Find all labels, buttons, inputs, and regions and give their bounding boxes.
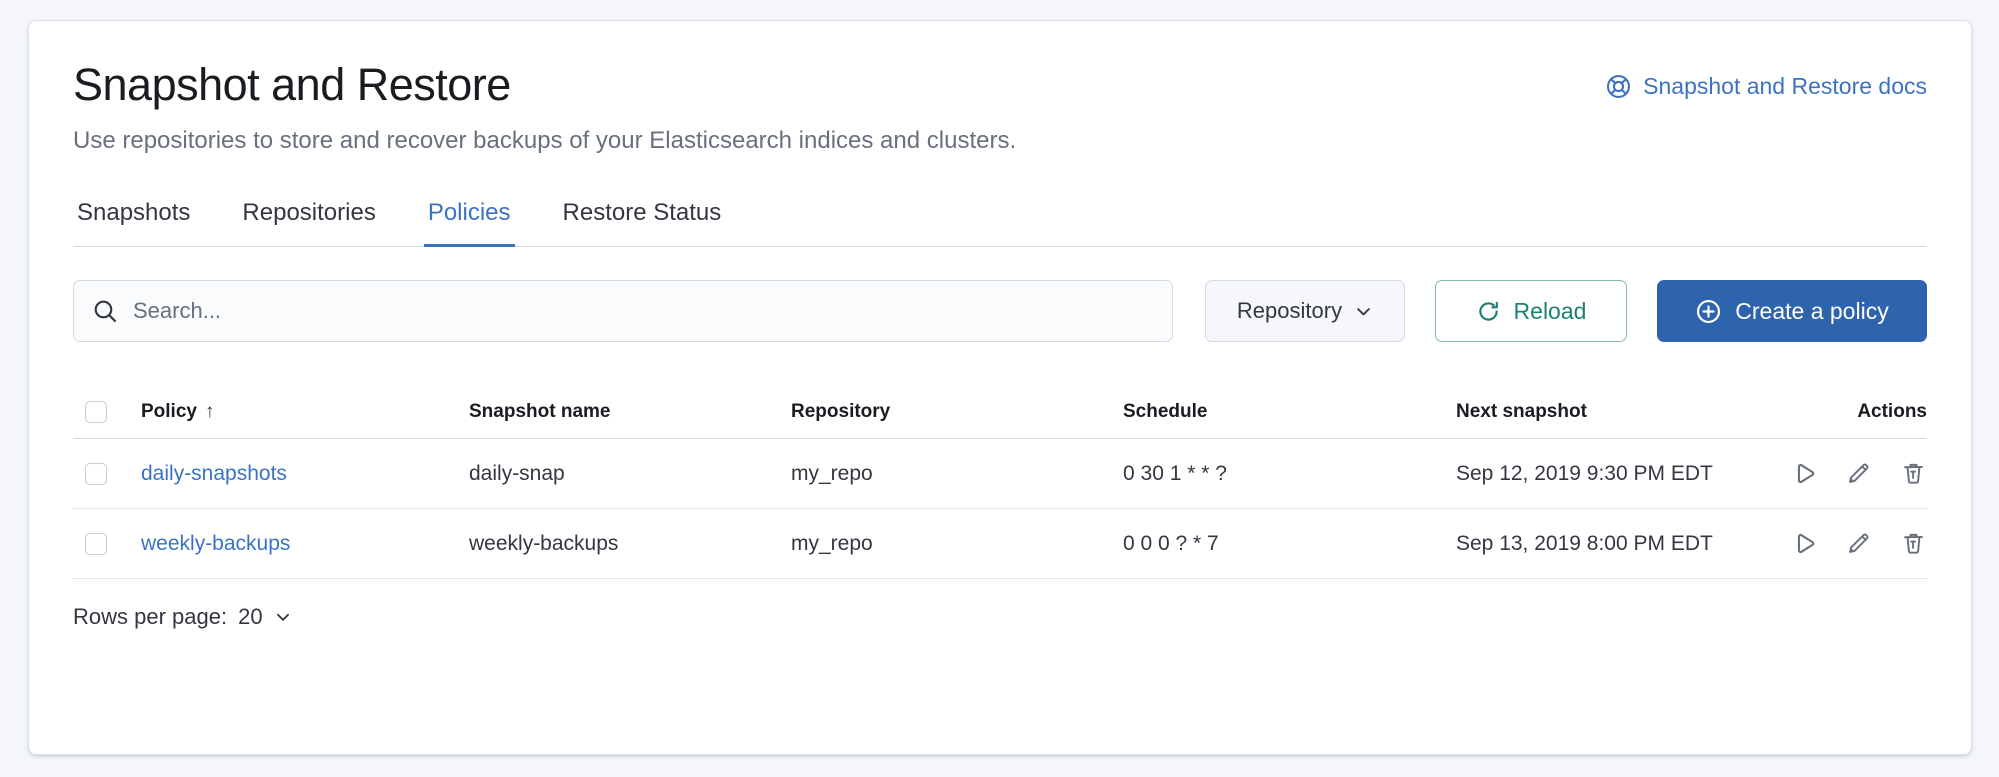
docs-link[interactable]: Snapshot and Restore docs xyxy=(1605,73,1927,100)
rows-per-page-control[interactable]: Rows per page: 20 xyxy=(73,604,292,630)
tab-bar: Snapshots Repositories Policies Restore … xyxy=(73,193,1927,247)
row-actions-cell xyxy=(1775,460,1927,487)
row-checkbox-cell xyxy=(73,463,141,485)
life-ring-icon xyxy=(1605,73,1632,100)
next-snapshot-cell: Sep 12, 2019 9:30 PM EDT xyxy=(1456,462,1775,486)
schedule-cell: 0 30 1 * * ? xyxy=(1123,462,1456,486)
policies-toolbar: Repository Reload xyxy=(73,280,1927,342)
tab-restore-status[interactable]: Restore Status xyxy=(559,193,726,247)
row-checkbox[interactable] xyxy=(85,533,107,555)
row-checkbox[interactable] xyxy=(85,463,107,485)
table-row: weekly-backups weekly-backups my_repo 0 … xyxy=(73,509,1927,579)
header-checkbox-cell xyxy=(73,401,141,423)
table-footer: Rows per page: 20 xyxy=(73,604,1927,630)
policies-table: Policy ↑ Snapshot name Repository Schedu… xyxy=(73,386,1927,579)
policy-link[interactable]: weekly-backups xyxy=(141,532,290,555)
delete-policy-icon[interactable] xyxy=(1900,460,1927,487)
chevron-down-icon xyxy=(274,608,292,626)
edit-policy-icon[interactable] xyxy=(1845,530,1872,557)
tab-snapshots[interactable]: Snapshots xyxy=(73,193,194,247)
snapshot-restore-panel: Snapshot and Restore Snapshot and Restor… xyxy=(28,20,1972,755)
search-icon xyxy=(92,298,119,325)
reload-button-label: Reload xyxy=(1514,298,1587,325)
column-header-next-snapshot: Next snapshot xyxy=(1456,401,1775,423)
page-subtitle: Use repositories to store and recover ba… xyxy=(73,127,1927,155)
policy-sort-control[interactable]: Policy ↑ xyxy=(141,401,214,423)
plus-circle-icon xyxy=(1695,298,1722,325)
create-policy-button[interactable]: Create a policy xyxy=(1657,280,1927,342)
page-header: Snapshot and Restore Snapshot and Restor… xyxy=(73,59,1927,111)
tab-repositories[interactable]: Repositories xyxy=(238,193,379,247)
tab-policies[interactable]: Policies xyxy=(424,193,515,247)
column-header-schedule: Schedule xyxy=(1123,401,1456,423)
run-policy-icon[interactable] xyxy=(1790,530,1817,557)
table-header-row: Policy ↑ Snapshot name Repository Schedu… xyxy=(73,386,1927,439)
snapshot-name-cell: weekly-backups xyxy=(469,532,791,556)
policy-cell: weekly-backups xyxy=(141,532,469,556)
reload-button[interactable]: Reload xyxy=(1435,280,1627,342)
table-row: daily-snapshots daily-snap my_repo 0 30 … xyxy=(73,439,1927,509)
column-header-actions: Actions xyxy=(1775,401,1927,423)
chevron-down-icon xyxy=(1354,302,1373,321)
schedule-cell: 0 0 0 ? * 7 xyxy=(1123,532,1456,556)
repository-cell: my_repo xyxy=(791,462,1123,486)
run-policy-icon[interactable] xyxy=(1790,460,1817,487)
repository-filter-button[interactable]: Repository xyxy=(1205,280,1405,342)
rows-per-page-value: 20 xyxy=(238,604,262,630)
search-box xyxy=(73,280,1173,342)
search-input[interactable] xyxy=(133,298,1154,324)
policy-link[interactable]: daily-snapshots xyxy=(141,462,287,485)
create-policy-label: Create a policy xyxy=(1735,298,1888,325)
column-header-repository: Repository xyxy=(791,401,1123,423)
row-actions-cell xyxy=(1775,530,1927,557)
edit-policy-icon[interactable] xyxy=(1845,460,1872,487)
column-header-snapshot-name: Snapshot name xyxy=(469,401,791,423)
delete-policy-icon[interactable] xyxy=(1900,530,1927,557)
snapshot-name-cell: daily-snap xyxy=(469,462,791,486)
next-snapshot-cell: Sep 13, 2019 8:00 PM EDT xyxy=(1456,532,1775,556)
refresh-icon xyxy=(1476,299,1501,324)
column-header-policy-label: Policy xyxy=(141,401,197,423)
rows-per-page-label: Rows per page: xyxy=(73,604,227,630)
sort-ascending-icon: ↑ xyxy=(205,401,215,423)
repository-filter-label: Repository xyxy=(1237,298,1342,324)
repository-cell: my_repo xyxy=(791,532,1123,556)
page-title: Snapshot and Restore xyxy=(73,59,511,111)
row-checkbox-cell xyxy=(73,533,141,555)
select-all-checkbox[interactable] xyxy=(85,401,107,423)
column-header-policy: Policy ↑ xyxy=(141,401,469,423)
docs-link-label: Snapshot and Restore docs xyxy=(1643,73,1927,100)
policy-cell: daily-snapshots xyxy=(141,462,469,486)
